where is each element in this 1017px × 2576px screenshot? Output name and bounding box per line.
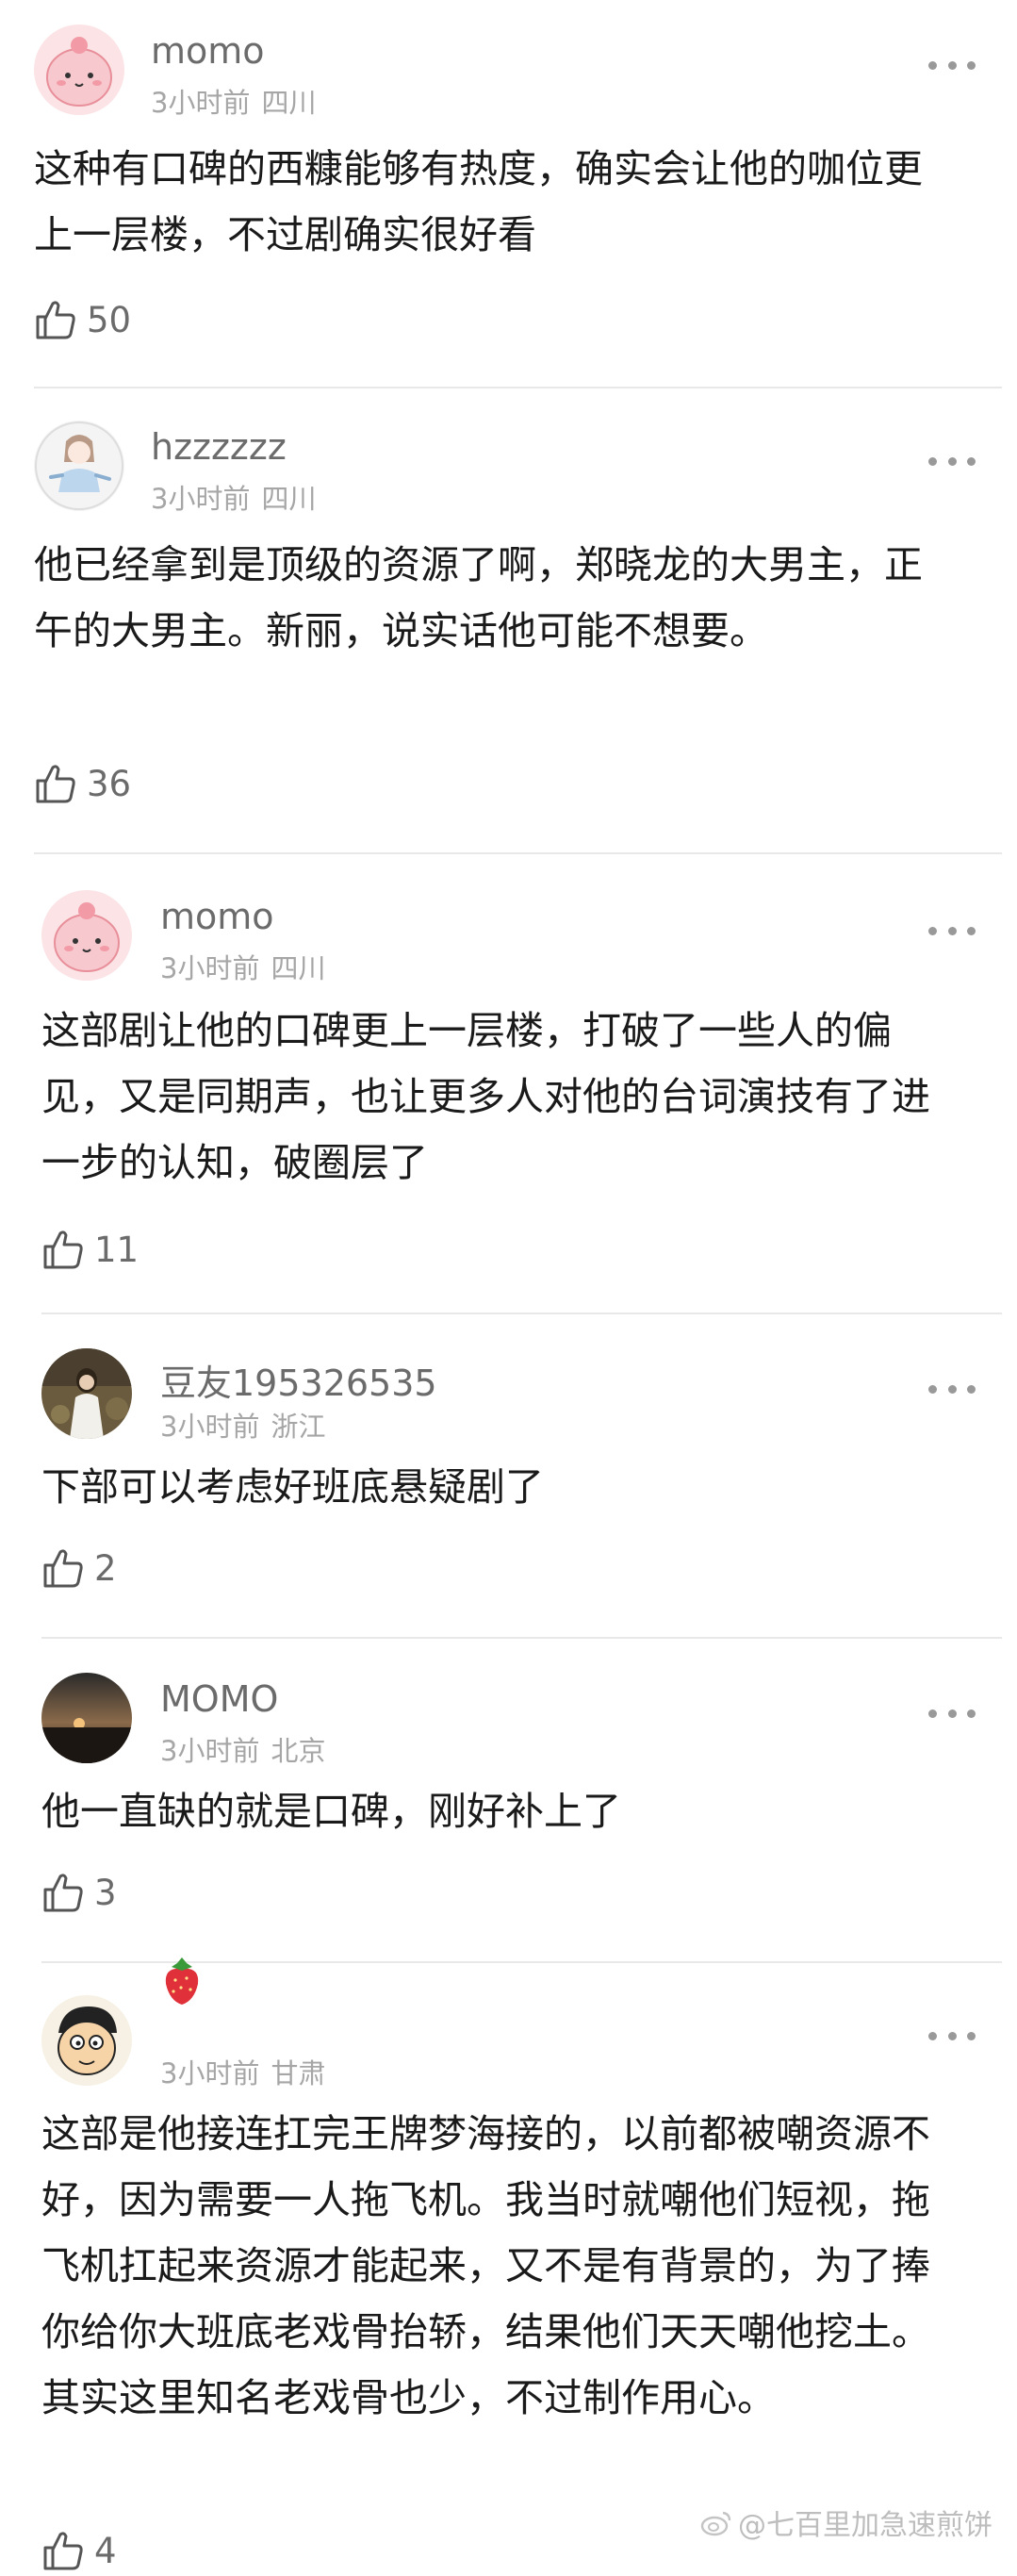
like-button[interactable]: 11 [41, 1224, 139, 1275]
comment-location: 四川 [261, 483, 317, 515]
comment-time: 3小时前 [151, 483, 251, 515]
avatar[interactable] [41, 1348, 132, 1439]
comment-meta: 3小时前 浙江 [160, 1405, 325, 1445]
divider [41, 1637, 1002, 1639]
anime-girl-avatar-icon [34, 421, 124, 511]
like-button[interactable]: 50 [34, 294, 131, 345]
username[interactable]: 豆友195326535 [160, 1354, 437, 1406]
comment-text: 这种有口碑的西糠能够有热度，确实会让他的咖位更上一层楼，不过剧确实很好看 [34, 146, 923, 257]
thumbs-up-icon [43, 1549, 83, 1588]
more-options-icon[interactable] [928, 454, 976, 468]
comment-text: 下部可以考虑好班底悬疑剧了 [41, 1464, 544, 1510]
comment-meta: 3小时前 四川 [160, 947, 325, 986]
comment-location: 浙江 [271, 1411, 326, 1443]
watermark: @七百里加急速煎饼 [700, 2502, 992, 2543]
username[interactable]: hzzzzzz [151, 426, 287, 468]
username[interactable]: MOMO [160, 1678, 278, 1720]
comment-meta: 3小时前 甘肃 [160, 2052, 325, 2091]
photo-avatar-icon [41, 1348, 132, 1439]
pink-blob-avatar-icon [41, 890, 132, 981]
divider [34, 852, 1002, 854]
pink-blob-avatar-icon [34, 25, 124, 115]
comment-time: 3小时前 [160, 2057, 260, 2089]
divider [41, 1313, 1002, 1314]
like-button[interactable]: 4 [41, 2525, 117, 2576]
comment-time: 3小时前 [160, 952, 260, 984]
comment-time: 3小时前 [151, 87, 251, 119]
cartoon-boy-avatar-icon [41, 1995, 132, 2086]
like-count: 36 [87, 763, 132, 804]
more-options-icon[interactable] [928, 1707, 976, 1720]
like-count: 50 [87, 299, 132, 340]
comment-time: 3小时前 [160, 1735, 260, 1767]
comment-meta: 3小时前 四川 [151, 477, 316, 517]
more-options-icon[interactable] [928, 924, 976, 937]
comment-location: 甘肃 [271, 2057, 326, 2089]
comment-text: 他一直缺的就是口碑，刚好补上了 [41, 1789, 621, 1834]
thumbs-up-icon [43, 2532, 83, 2570]
like-count: 3 [94, 1872, 117, 1913]
like-button[interactable]: 36 [34, 758, 131, 809]
comment-time: 3小时前 [160, 1411, 260, 1443]
avatar[interactable] [34, 25, 124, 115]
thumbs-up-icon [43, 1874, 83, 1912]
comment-meta: 3小时前 四川 [151, 81, 316, 121]
like-count: 2 [94, 1547, 117, 1589]
thumbs-up-icon [36, 301, 75, 339]
username[interactable]: momo [151, 30, 265, 72]
thumbs-up-icon [36, 765, 75, 803]
weibo-logo-icon [700, 2511, 731, 2536]
comment-location: 四川 [271, 952, 326, 984]
avatar[interactable] [41, 890, 132, 981]
like-button[interactable]: 2 [41, 1543, 117, 1593]
comment-text: 这部剧让他的口碑更上一层楼，打破了一些人的偏见，又是同期声，也让更多人对他的台词… [41, 1008, 930, 1185]
avatar[interactable] [41, 1673, 132, 1763]
username[interactable]: momo [160, 896, 274, 937]
like-count: 4 [94, 2530, 117, 2571]
thumbs-up-icon [43, 1230, 83, 1269]
like-count: 11 [94, 1229, 139, 1270]
sunset-photo-avatar-icon [41, 1673, 132, 1763]
comment-location: 四川 [261, 87, 317, 119]
strawberry-icon [158, 1956, 205, 2006]
avatar[interactable] [41, 1995, 132, 2086]
divider [34, 387, 1002, 388]
comment-text: 他已经拿到是顶级的资源了啊，郑晓龙的大男主，正午的大男主。新丽，说实话他可能不想… [34, 542, 923, 653]
comment-text: 这部是他接连扛完王牌梦海接的，以前都被嘲资源不好，因为需要一人拖飞机。我当时就嘲… [41, 2111, 930, 2420]
comment-meta: 3小时前 北京 [160, 1729, 325, 1769]
comment-location: 北京 [271, 1735, 326, 1767]
more-options-icon[interactable] [928, 58, 976, 72]
watermark-text: @七百里加急速煎饼 [738, 2509, 992, 2542]
avatar[interactable] [34, 421, 124, 511]
more-options-icon[interactable] [928, 2029, 976, 2042]
more-options-icon[interactable] [928, 1382, 976, 1395]
like-button[interactable]: 3 [41, 1867, 117, 1918]
